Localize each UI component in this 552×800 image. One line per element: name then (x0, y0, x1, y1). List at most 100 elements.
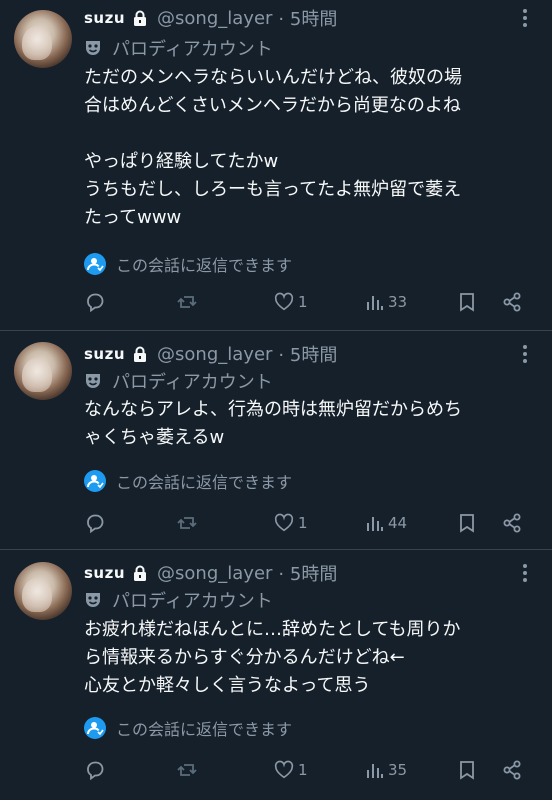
bookmark-icon (460, 514, 474, 533)
view-count: 35 (388, 761, 408, 779)
reply-button[interactable] (84, 511, 106, 535)
tweet-line: ら情報来るからすぐ分かるんだけどね← (84, 647, 405, 668)
parody-label-text: パロディアカウント (112, 591, 273, 612)
tweet[interactable]: suzu @song_layer · 5時間 パロディアカウント なんならアレよ… (0, 331, 552, 549)
reply-note-text: この会話に返信できます (116, 473, 293, 492)
handle[interactable]: @song_layer (157, 8, 272, 29)
lock-icon (134, 10, 147, 26)
bookmark-icon (460, 761, 474, 780)
tweet-header: suzu @song_layer · 5時間 (84, 341, 337, 367)
reply-note-text: この会話に返信できます (116, 256, 293, 275)
views-button[interactable]: 33 (366, 290, 407, 314)
tweet-text: お疲れ様だねほんとに…辞めたとしても周りか ら情報来るからすぐ分かるんだけどね←… (84, 616, 544, 700)
share-button[interactable] (502, 290, 522, 314)
like-icon (274, 513, 294, 532)
avatar[interactable] (14, 10, 72, 68)
like-count: 1 (298, 761, 308, 779)
like-button[interactable]: 1 (274, 290, 308, 314)
retweet-button[interactable] (176, 511, 198, 535)
tweet-line: たってwww (84, 207, 182, 228)
like-button[interactable]: 1 (274, 758, 308, 782)
parody-label-text: パロディアカウント (112, 39, 273, 60)
tweet-line: ただのメンヘラならいいんだけどね、彼奴の場 (84, 67, 462, 88)
tweet-line: ゃくちゃ萎えるw (84, 427, 225, 448)
avatar[interactable] (14, 562, 72, 620)
views-icon (367, 296, 383, 310)
tweet-line: なんならアレよ、行為の時は無炉留だからめち (84, 399, 462, 420)
like-count: 1 (298, 514, 308, 532)
lock-icon (134, 565, 147, 581)
tweet[interactable]: suzu @song_layer · 5時間 パロディアカウント お疲れ様だねほ… (0, 550, 552, 800)
retweet-button[interactable] (176, 758, 198, 782)
tweet-header: suzu @song_layer · 5時間 (84, 5, 337, 31)
reply-icon (87, 761, 104, 781)
bookmark-button[interactable] (458, 511, 476, 535)
reply-note-text: この会話に返信できます (116, 720, 293, 739)
display-name[interactable]: suzu (84, 564, 125, 582)
parody-mask-icon (86, 41, 100, 55)
reply-restriction-note: この会話に返信できます (84, 252, 292, 276)
retweet-icon (177, 764, 197, 776)
share-button[interactable] (502, 758, 522, 782)
timestamp[interactable]: · 5時間 (278, 560, 337, 586)
timestamp[interactable]: · 5時間 (278, 5, 337, 31)
tweet-text: なんならアレよ、行為の時は無炉留だからめち ゃくちゃ萎えるw (84, 396, 544, 452)
tweet-text: ただのメンヘラならいいんだけどね、彼奴の場 合はめんどくさいメンヘラだから尚更な… (84, 64, 544, 232)
tweet-line: 合はめんどくさいメンヘラだから尚更なのよね (84, 95, 461, 116)
retweet-icon (177, 296, 197, 308)
like-icon (274, 292, 294, 311)
share-icon (503, 292, 521, 312)
reply-icon (87, 293, 104, 313)
like-count: 1 (298, 293, 308, 311)
bookmark-button[interactable] (458, 290, 476, 314)
more-icon[interactable] (516, 563, 534, 583)
tweet-line: 心友とか軽々しく言うなよって思う (84, 675, 371, 696)
tweet[interactable]: suzu @song_layer · 5時間 パロディアカウント ただのメンヘラ… (0, 0, 552, 330)
views-button[interactable]: 44 (366, 511, 407, 535)
share-icon (503, 513, 521, 533)
share-icon (503, 760, 521, 780)
tweet-line: お疲れ様だねほんとに…辞めたとしても周りか (84, 619, 461, 640)
view-count: 33 (388, 293, 408, 311)
parody-mask-icon (86, 593, 100, 607)
display-name[interactable]: suzu (84, 9, 125, 27)
bookmark-button[interactable] (458, 758, 476, 782)
like-icon (274, 760, 294, 779)
tweet-line: やっぱり経験してたかw (84, 151, 279, 172)
reply-button[interactable] (84, 758, 106, 782)
views-icon (367, 517, 383, 531)
reply-icon (87, 514, 104, 534)
more-icon[interactable] (516, 344, 534, 364)
tweet-line (84, 120, 544, 148)
bookmark-icon (460, 293, 474, 312)
tweet-header: suzu @song_layer · 5時間 (84, 560, 337, 586)
views-button[interactable]: 35 (366, 758, 407, 782)
share-button[interactable] (502, 511, 522, 535)
like-button[interactable]: 1 (274, 511, 308, 535)
handle[interactable]: @song_layer (157, 344, 272, 365)
display-name[interactable]: suzu (84, 345, 125, 363)
retweet-button[interactable] (176, 290, 198, 314)
parody-mask-icon (86, 374, 100, 388)
reply-restricted-icon (84, 470, 106, 492)
retweet-icon (177, 517, 197, 529)
parody-label: パロディアカウント (84, 369, 273, 393)
parody-label: パロディアカウント (84, 36, 273, 60)
reply-restriction-note: この会話に返信できます (84, 469, 292, 493)
reply-button[interactable] (84, 290, 106, 314)
avatar[interactable] (14, 342, 72, 400)
reply-restricted-icon (84, 717, 106, 739)
action-bar: 1 44 (84, 511, 524, 535)
timestamp[interactable]: · 5時間 (278, 341, 337, 367)
lock-icon (134, 346, 147, 362)
handle[interactable]: @song_layer (157, 563, 272, 584)
tweet-line: うちもだし、しろーも言ってたよ無炉留で萎え (84, 179, 462, 200)
action-bar: 1 33 (84, 290, 524, 314)
views-icon (367, 764, 383, 778)
more-icon[interactable] (516, 8, 534, 28)
view-count: 44 (388, 514, 408, 532)
parody-label: パロディアカウント (84, 588, 273, 612)
reply-restriction-note: この会話に返信できます (84, 716, 292, 740)
parody-label-text: パロディアカウント (112, 372, 273, 393)
reply-restricted-icon (84, 253, 106, 275)
